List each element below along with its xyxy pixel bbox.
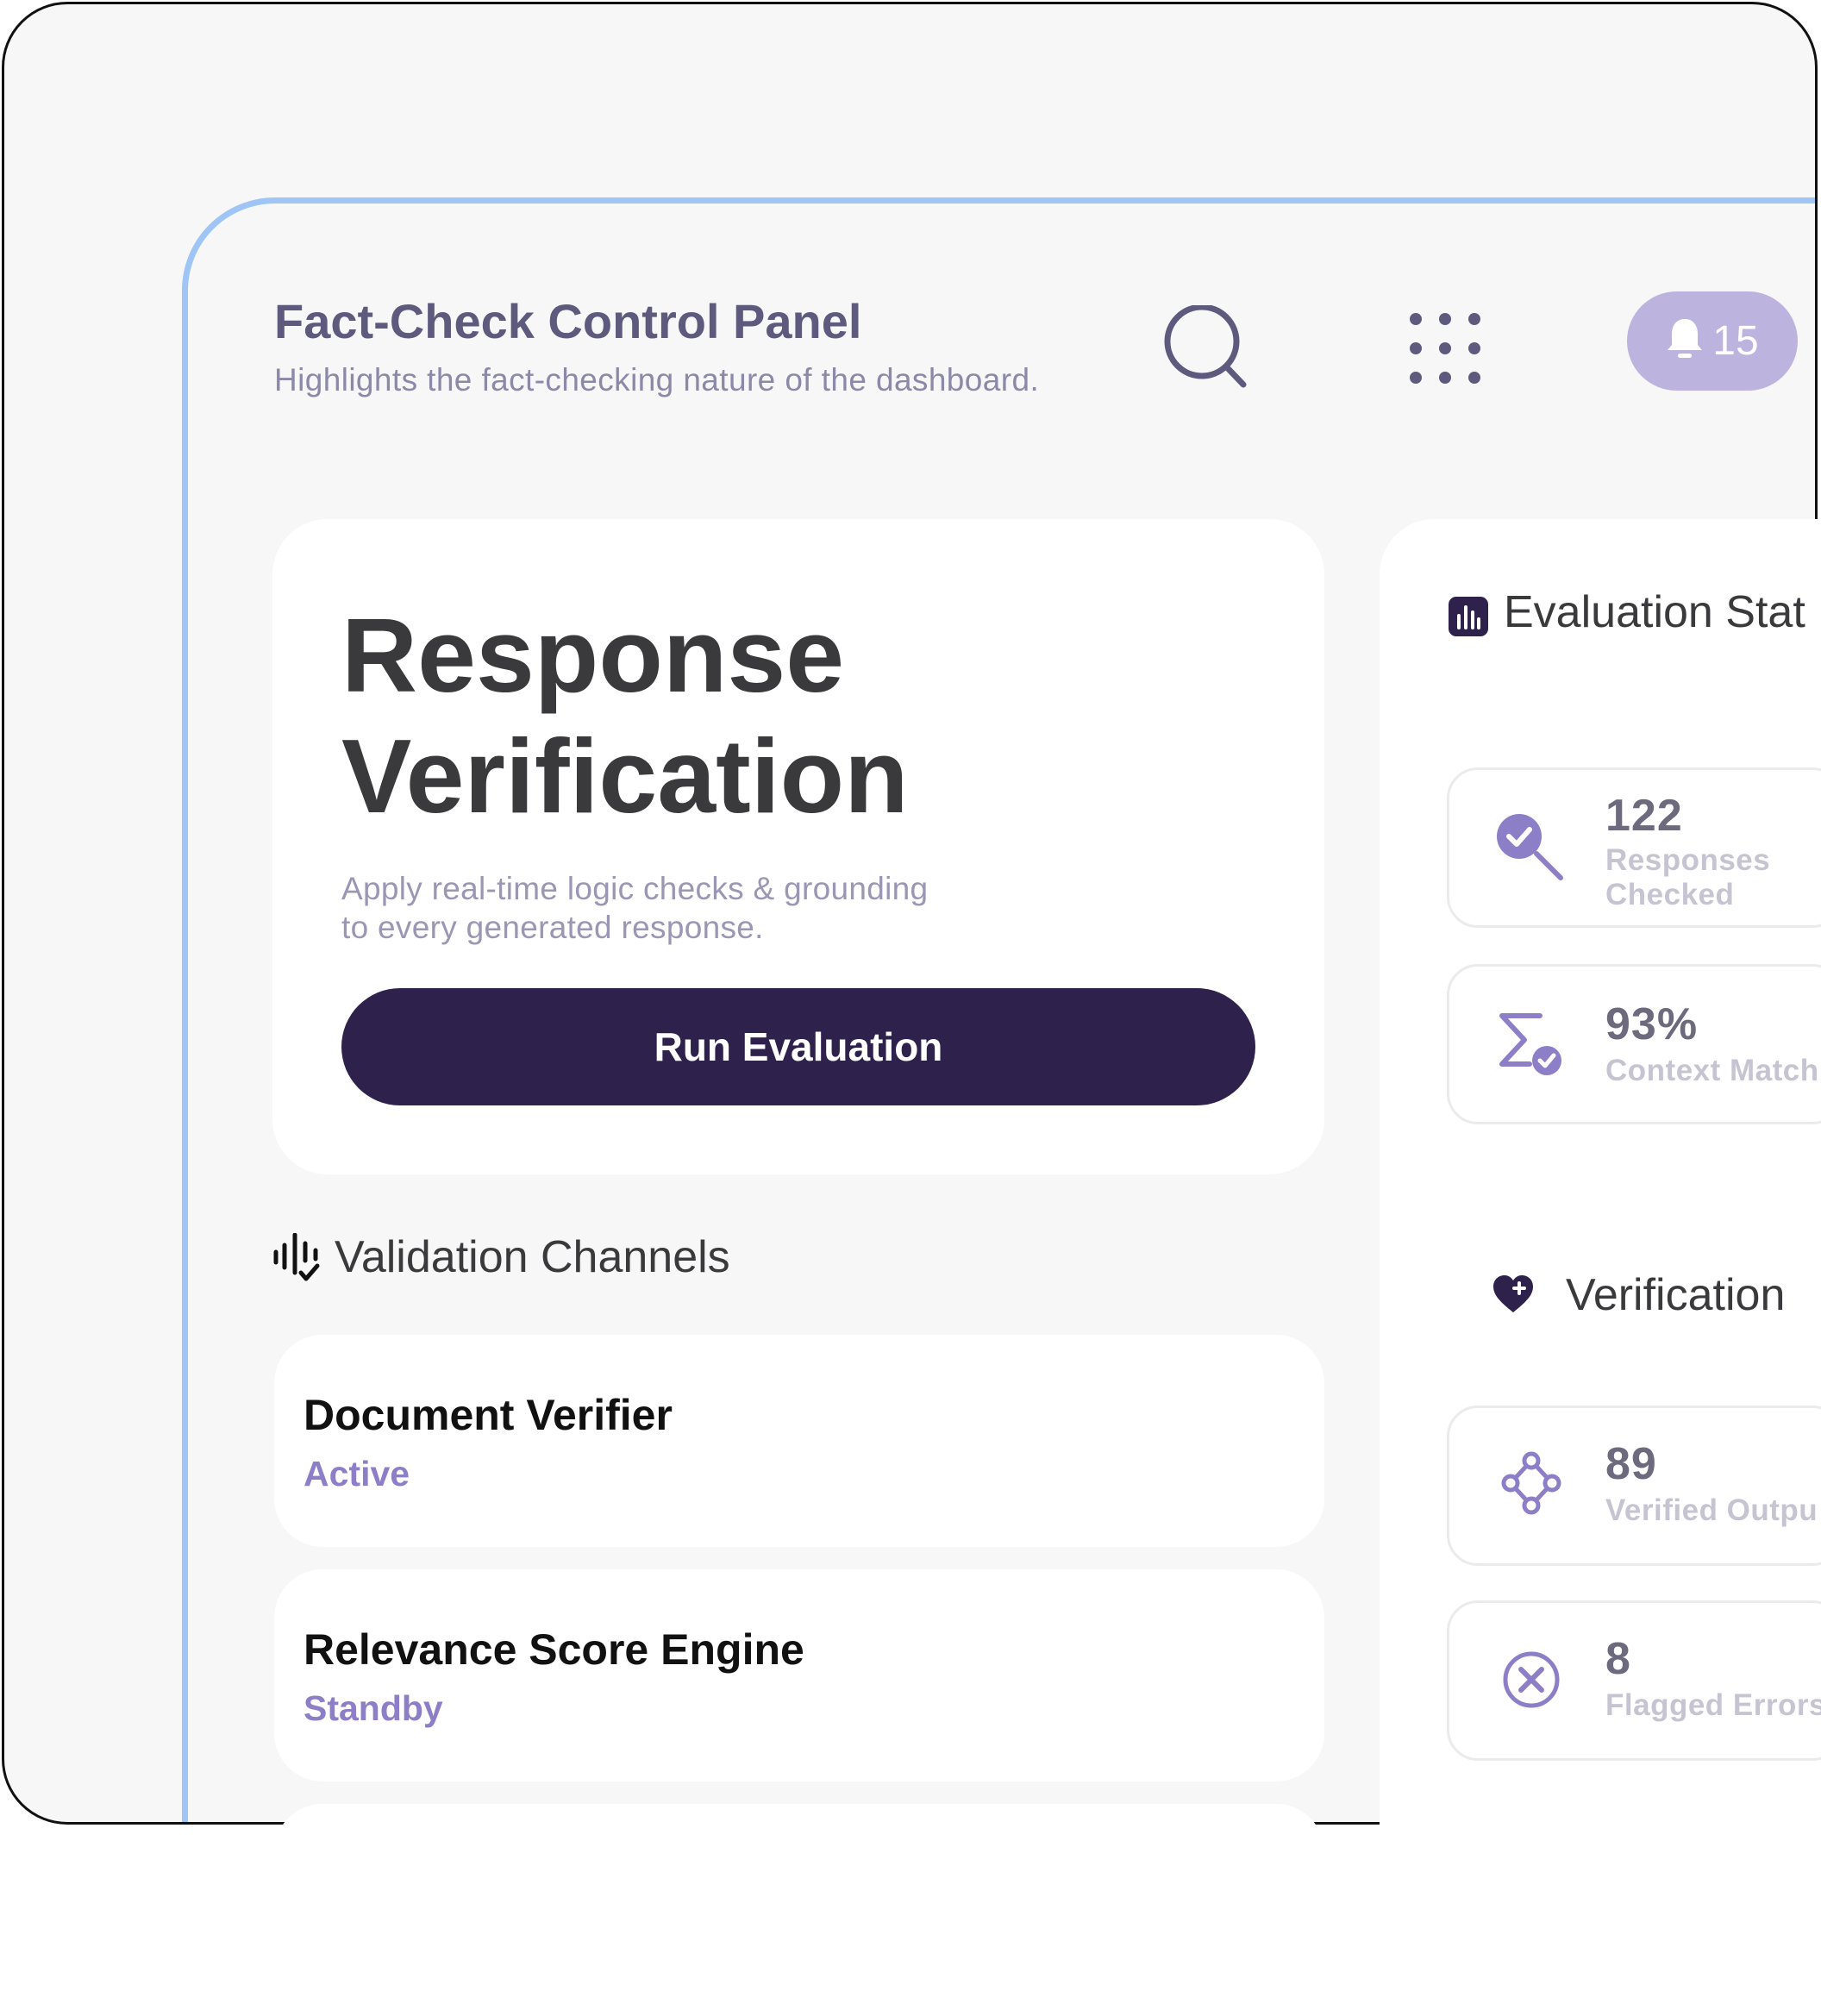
evaluation-stats-title: Evaluation Stat: [1504, 587, 1805, 637]
page-title: Fact-Check Control Panel: [274, 294, 862, 348]
check-search-icon: [1493, 811, 1566, 883]
notification-count: 15: [1712, 318, 1759, 364]
channel-name: Document Verifier: [304, 1391, 673, 1439]
stat-value: 89: [1605, 1439, 1657, 1489]
stat-value: 8: [1605, 1634, 1631, 1684]
stat-label: Responses Checked: [1605, 843, 1770, 912]
channel-status: Standby: [304, 1688, 443, 1728]
bell-icon: [1666, 317, 1704, 365]
x-circle-icon: [1495, 1643, 1568, 1716]
hero-title-line2: Verification: [341, 717, 909, 835]
channel-card-document-verifier[interactable]: [274, 1335, 1324, 1547]
channel-name: Relevance Score Engine: [304, 1625, 804, 1674]
channel-card-partial[interactable]: [274, 1804, 1324, 2016]
stat-value: 93%: [1605, 999, 1699, 1049]
hero-title: Response Verification: [341, 595, 909, 836]
hero-description: Apply real-time logic checks & grounding…: [341, 869, 1031, 947]
channel-card-relevance-score-engine[interactable]: [274, 1569, 1324, 1781]
waveform-check-icon: [272, 1232, 322, 1285]
run-evaluation-button[interactable]: Run Evaluation: [341, 988, 1255, 1105]
hero-desc-line1: Apply real-time logic checks & grounding: [341, 871, 929, 906]
sigma-check-icon: [1495, 1009, 1568, 1081]
heart-plus-icon: [1492, 1274, 1535, 1314]
notifications-button[interactable]: 15: [1627, 291, 1798, 391]
verification-title: Verification: [1566, 1270, 1786, 1320]
validation-channels-title: Validation Channels: [335, 1232, 730, 1282]
search-icon[interactable]: [1164, 304, 1250, 391]
hero-title-line1: Response: [341, 597, 845, 714]
stat-label-line1: Responses: [1605, 843, 1771, 877]
nodes-icon: [1495, 1449, 1568, 1521]
hero-desc-line2: to every generated response.: [341, 910, 764, 945]
page-subtitle: Highlights the fact-checking nature of t…: [274, 362, 1040, 398]
stat-label: Flagged Errors: [1605, 1688, 1821, 1722]
bar-chart-icon: [1449, 597, 1488, 636]
stat-label-line2: Checked: [1605, 878, 1735, 911]
channel-status: Active: [304, 1454, 410, 1493]
stat-label: Context Match: [1605, 1054, 1819, 1087]
apps-grid-icon[interactable]: [1407, 310, 1490, 388]
stat-label: Verified Outpu: [1605, 1493, 1818, 1527]
stat-value: 122: [1605, 791, 1683, 841]
